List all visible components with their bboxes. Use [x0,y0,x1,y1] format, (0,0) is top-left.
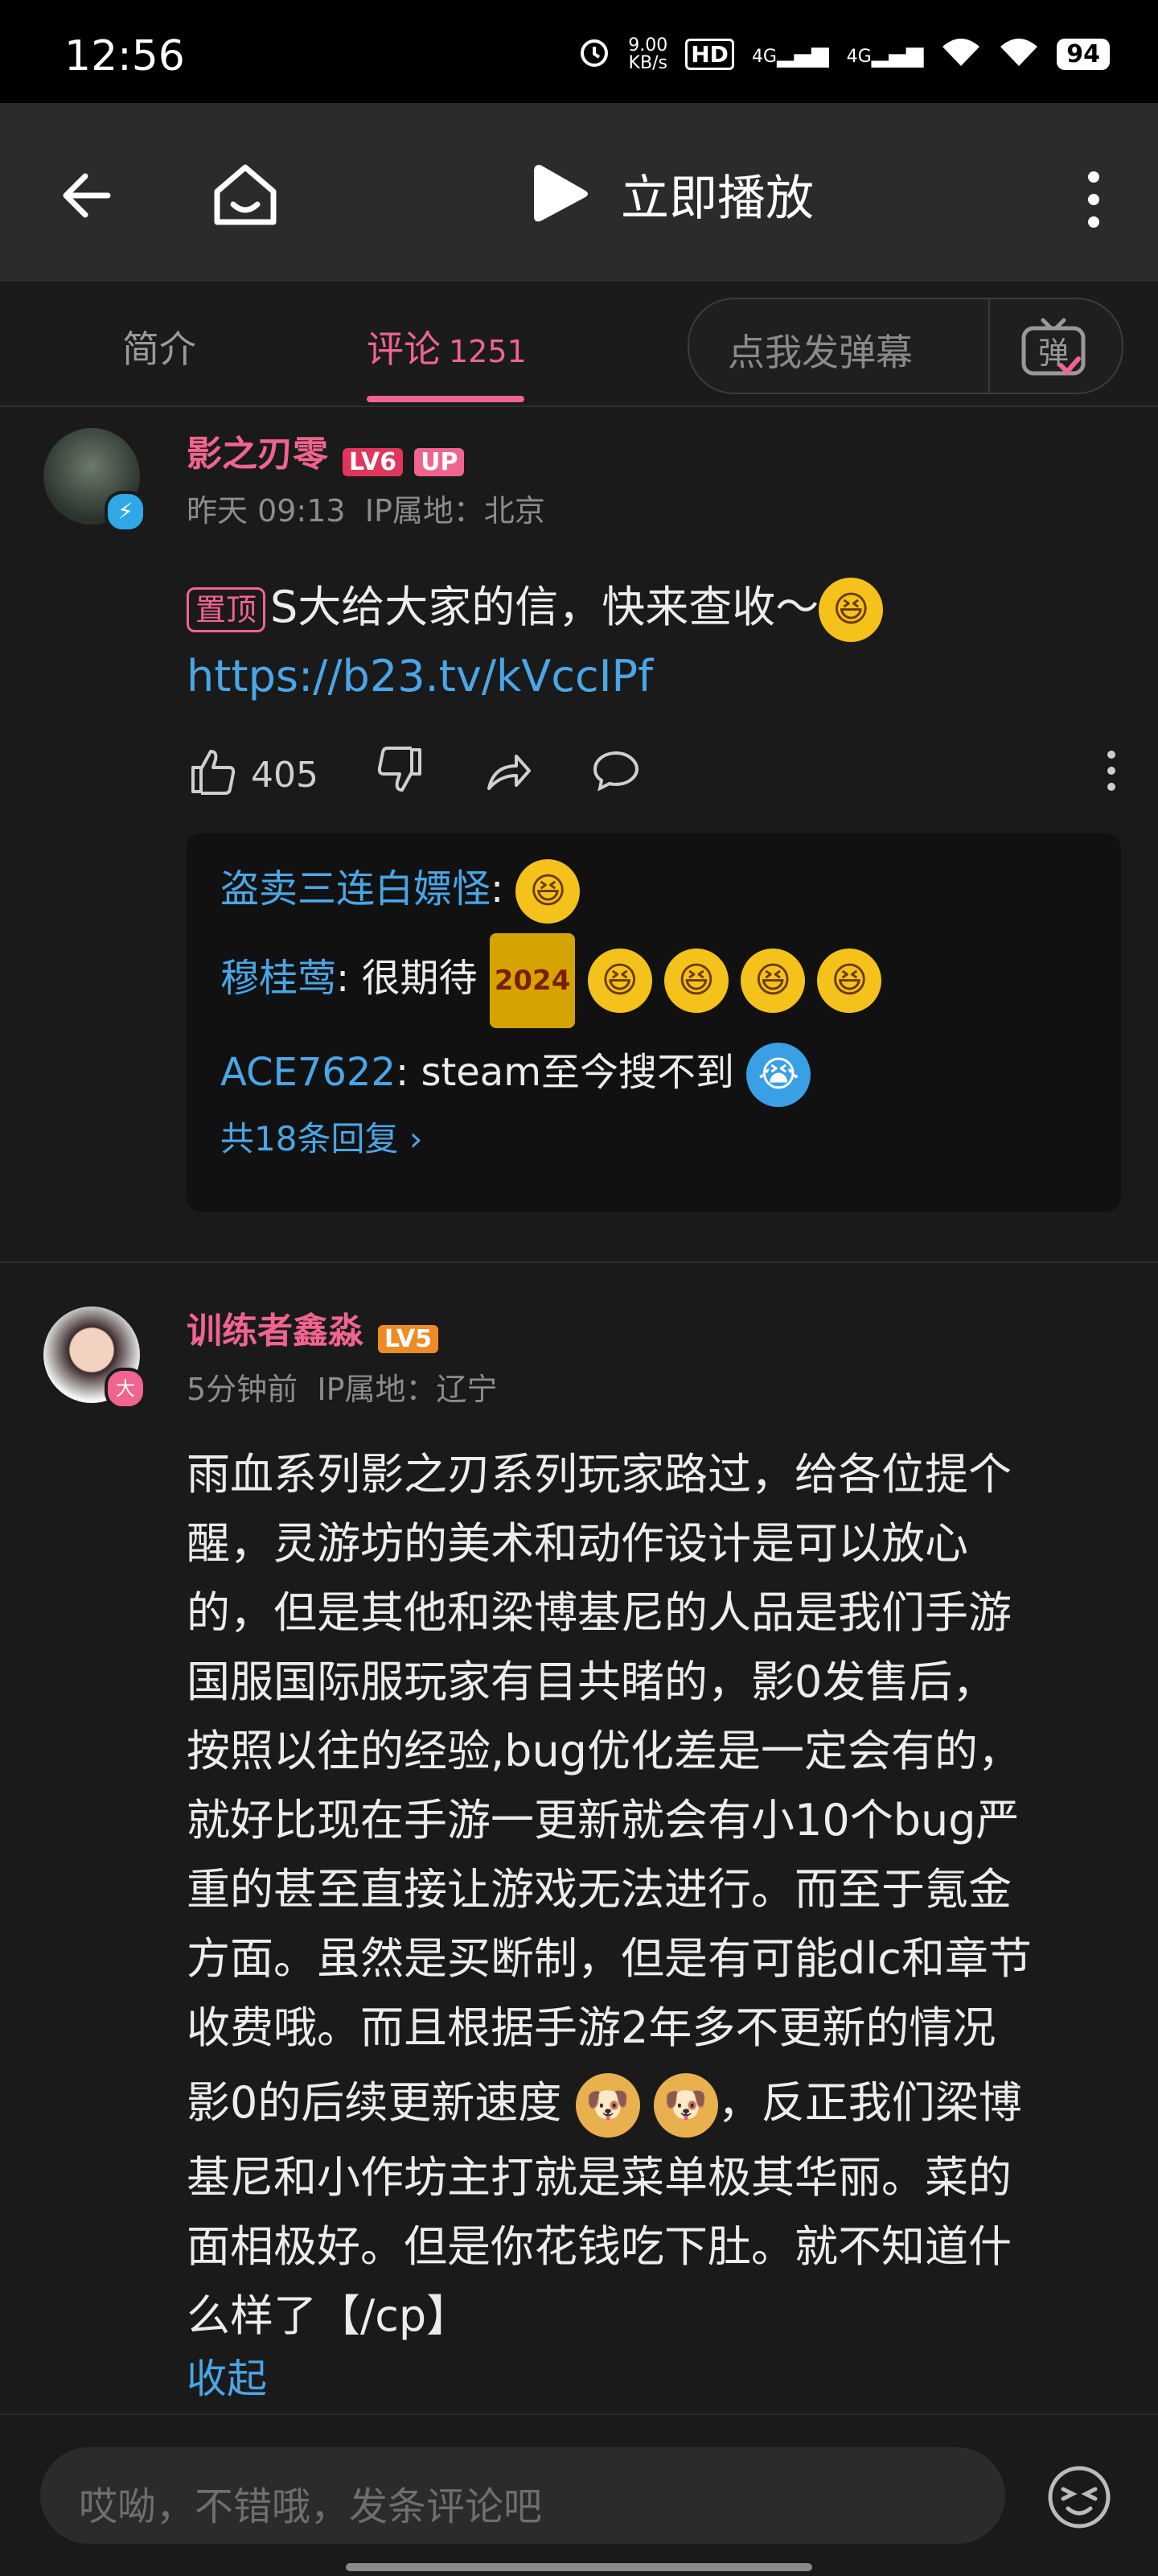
wifi-icon-2 [999,35,1039,73]
tab-bar: 简介 评论 1251 点我发弹幕 弹 [0,282,1158,407]
reply-icon[interactable] [590,745,642,805]
active-tab-indicator [367,396,524,402]
avatar-badge: 大 [105,1368,146,1409]
danmaku-placeholder: 点我发弹幕 [728,331,913,374]
cheer-emoji-icon: 😆 [587,949,652,1013]
comment-divider [0,1261,1158,1263]
back-arrow-icon[interactable] [56,163,121,228]
crying-emoji-icon: 😭 [746,1043,811,1107]
comment-actions: 405 [187,745,1119,805]
comment-body: 置顶 S大给大家的信，快来查收～ 😆 https://b23.tv/kVccIPf [187,573,1103,711]
doge-emoji-icon: 🐶 [653,2073,718,2138]
comment-more-icon[interactable] [1103,747,1119,804]
cheer-emoji-icon: 😆 [515,859,581,924]
tab-intro[interactable]: 简介 [122,320,196,373]
comment-link[interactable]: https://b23.tv/kVccIPf [187,642,1103,711]
reply-item[interactable]: ACE7622: steam至今搜不到 😭 [220,1028,1097,1117]
up-badge: UP [414,448,465,476]
cheer-emoji-icon: 😆 [741,949,806,1013]
comment-time: 5分钟前 [187,1372,298,1407]
comment-time: 昨天 09:13 [187,493,346,529]
hd-icon: HD [685,39,734,70]
cheer-emoji-icon: 😆 [663,949,729,1013]
net-speed: 9.00 KB/s [628,35,668,73]
danmaku-toggle-icon[interactable]: 弹 [1019,314,1088,378]
comment-body: 雨血系列影之刃系列玩家路过，给各位提个 醒，灵游坊的美术和动作设计是可以放心 的… [187,1440,1144,2407]
year-2024-emoji-icon: 2024 [489,933,576,1028]
home-icon[interactable] [209,159,281,232]
username[interactable]: 训练者鑫淼 [187,1311,363,1352]
collapse-link[interactable]: 收起 [187,2351,1144,2407]
replies-box[interactable]: 盗卖三连白嫖怪: 😆 穆桂莺: 很期待 2024 😆 😆 😆 😆 ACE7622… [187,833,1121,1212]
status-icons: 9.00 KB/s HD 4G▂▄▆ 4G▂▄▆ 94 [578,35,1110,73]
danmaku-input[interactable]: 点我发弹幕 弹 [688,298,1123,394]
comment-meta: 昨天 09:13 IP属地：北京 [187,486,545,530]
comment-ip: IP属地：辽宁 [317,1372,498,1407]
wifi-icon [941,35,981,73]
top-app-bar: 立即播放 [0,103,1158,282]
comments-count: 1251 [449,334,527,369]
play-now-button[interactable]: 立即播放 [531,158,814,230]
signal-icon-2: 4G▂▄▆ [846,41,924,68]
pinned-badge: 置顶 [187,587,266,633]
danmaku-separator [988,299,990,393]
tab-comments[interactable]: 评论 1251 [367,320,527,373]
like-icon[interactable] [187,745,238,805]
signal-icon: 4G▂▄▆ [751,41,829,68]
username[interactable]: 影之刃零 [187,434,328,475]
level-badge: LV5 [378,1325,439,1353]
official-verified-badge: ⚡ [105,491,146,533]
doge-emoji-icon: 🐶 [575,2073,640,2138]
cheer-emoji-icon: 😆 [817,949,882,1013]
like-count: 405 [251,755,318,796]
reply-username[interactable]: 盗卖三连白嫖怪 [220,866,491,911]
play-now-label: 立即播放 [621,170,814,227]
reply-username[interactable]: ACE7622 [220,1050,396,1095]
share-icon[interactable] [482,745,534,805]
reply-item[interactable]: 穆桂莺: 很期待 2024 😆 😆 😆 😆 [220,933,1097,1028]
comment-header: 影之刃零 LV6 UP [187,425,465,476]
comment-meta: 5分钟前 IP属地：辽宁 [187,1364,497,1409]
alarm-icon [578,35,610,73]
level-badge: LV6 [343,448,404,476]
view-more-replies-link[interactable]: 共18条回复 › [220,1112,1097,1161]
comment-input-placeholder: 哎呦，不错哦，发条评论吧 [79,2484,543,2529]
cheer-emoji-icon: 😆 [819,578,884,643]
battery-icon: 94 [1057,39,1110,70]
comment-ip: IP属地：北京 [364,493,545,529]
more-vertical-icon[interactable] [1078,167,1110,232]
dislike-icon[interactable] [375,745,426,805]
gesture-bar [346,2563,812,2571]
status-time: 12:56 [64,32,185,80]
emoji-picker-icon[interactable] [1045,2463,1113,2531]
status-bar: 12:56 9.00 KB/s HD 4G▂▄▆ 4G▂▄▆ 94 [0,0,1158,103]
reply-username[interactable]: 穆桂莺 [220,956,336,1001]
bottom-comment-bar: 哎呦，不错哦，发条评论吧 [0,2413,1158,2576]
reply-item[interactable]: 盗卖三连白嫖怪: 😆 [220,845,1097,933]
play-icon [534,165,588,222]
comment-header: 训练者鑫淼 LV5 [187,1302,439,1353]
comment-input[interactable]: 哎呦，不错哦，发条评论吧 [40,2447,1005,2544]
